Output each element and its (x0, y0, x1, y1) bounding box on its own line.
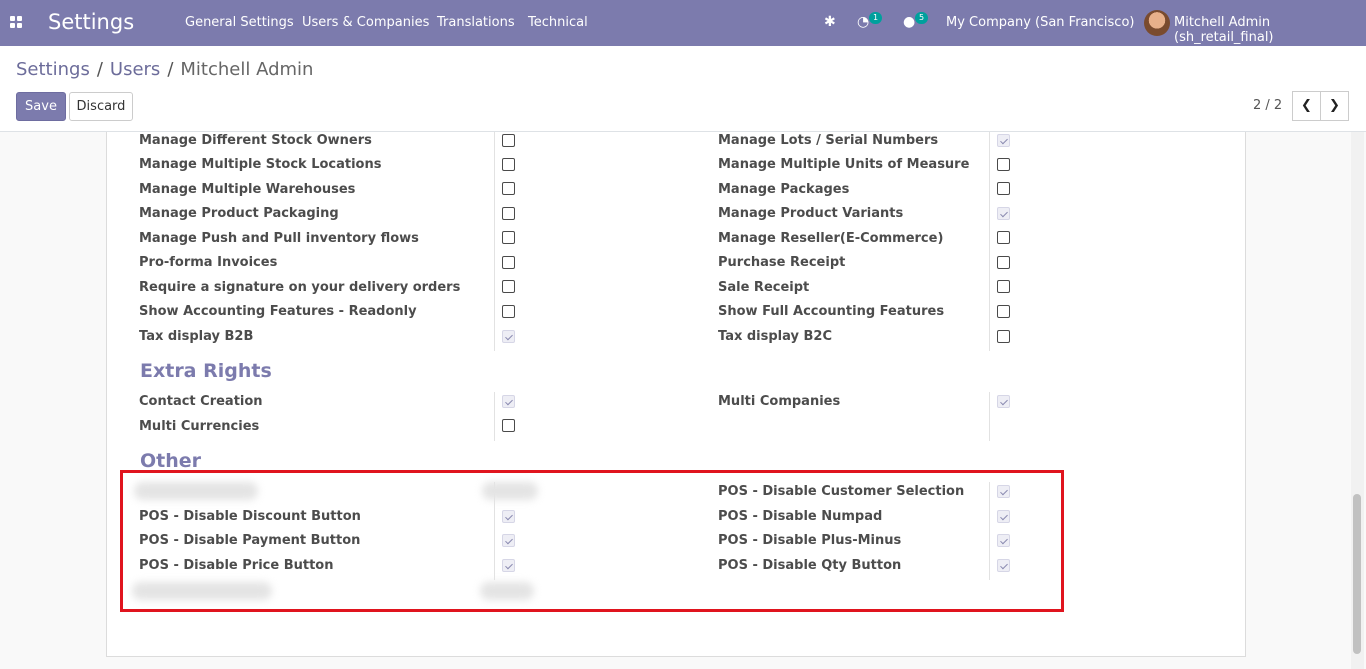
user-menu[interactable]: Mitchell Admin (sh_retail_final) (1174, 15, 1366, 45)
pager-next-button[interactable]: ❯ (1320, 91, 1349, 121)
save-button[interactable]: Save (16, 92, 66, 121)
breadcrumb-settings[interactable]: Settings (16, 59, 90, 80)
field-label: Contact Creation (139, 394, 263, 409)
checkbox-sale-receipt[interactable] (997, 280, 1010, 293)
field-label: Multi Currencies (139, 419, 260, 434)
field-label: Manage Multiple Units of Measure (718, 157, 970, 172)
messages-count-badge: 5 (915, 12, 928, 24)
checkbox-manage-different-stock-owners[interactable] (502, 134, 515, 147)
menu-translations[interactable]: Translations (437, 15, 515, 30)
pager-value[interactable]: 2 / 2 (1253, 98, 1282, 113)
checkbox-multi-currencies[interactable] (502, 419, 515, 432)
company-switcher[interactable]: My Company (San Francisco) (946, 15, 1134, 30)
app-title: Settings (48, 10, 135, 34)
checkbox-manage-packages[interactable] (997, 182, 1010, 195)
field-label: Manage Product Variants (718, 206, 904, 221)
bug-icon[interactable]: ✱ (824, 14, 836, 30)
field-label: Require a signature on your delivery ord… (139, 280, 461, 295)
clock-icon[interactable]: ◔ (857, 14, 869, 30)
checkbox-show-full-accounting[interactable] (997, 305, 1010, 318)
field-label: Manage Lots / Serial Numbers (718, 133, 939, 148)
control-panel: Settings / Users / Mitchell Admin Save Disca… (0, 46, 1366, 132)
checkbox-multi-companies[interactable] (997, 395, 1010, 408)
checkbox-pro-forma-invoices[interactable] (502, 256, 515, 269)
pager-previous-button[interactable]: ❮ (1292, 91, 1321, 121)
checkbox-manage-multiple-stock-locations[interactable] (502, 158, 515, 171)
top-navbar: Settings General Settings Users & Compan… (0, 0, 1366, 46)
field-label: Multi Companies (718, 394, 841, 409)
checkbox-manage-multiple-uom[interactable] (997, 158, 1010, 171)
chevron-left-icon: ❮ (1301, 98, 1312, 113)
field-label: Manage Product Packaging (139, 206, 339, 221)
column-divider (989, 132, 990, 351)
checkbox-require-signature[interactable] (502, 280, 515, 293)
field-label: Tax display B2B (139, 329, 254, 344)
breadcrumb-users[interactable]: Users (110, 59, 160, 80)
field-label: Pro-forma Invoices (139, 255, 278, 270)
checkbox-manage-lots-serial[interactable] (997, 134, 1010, 147)
checkbox-show-accounting-readonly[interactable] (502, 305, 515, 318)
field-label: Tax display B2C (718, 329, 833, 344)
menu-users-companies[interactable]: Users & Companies (302, 15, 429, 30)
scrollbar-thumb[interactable] (1353, 494, 1361, 654)
column-divider (494, 392, 495, 441)
breadcrumb: Settings / Users / Mitchell Admin (16, 59, 314, 80)
checkbox-contact-creation[interactable] (502, 395, 515, 408)
checkbox-purchase-receipt[interactable] (997, 256, 1010, 269)
field-label: Manage Multiple Warehouses (139, 182, 356, 197)
highlight-annotation-box (120, 470, 1064, 612)
checkbox-manage-push-pull-flows[interactable] (502, 231, 515, 244)
apps-grid-icon[interactable] (10, 16, 22, 28)
checkbox-tax-display-b2b[interactable] (502, 330, 515, 343)
activity-count-badge: 1 (869, 12, 882, 24)
field-label: Sale Receipt (718, 280, 810, 295)
checkbox-manage-product-packaging[interactable] (502, 207, 515, 220)
field-label: Show Accounting Features - Readonly (139, 304, 417, 319)
checkbox-manage-multiple-warehouses[interactable] (502, 182, 515, 195)
field-label: Manage Reseller(E-Commerce) (718, 231, 944, 246)
checkbox-tax-display-b2c[interactable] (997, 330, 1010, 343)
field-label: Show Full Accounting Features (718, 304, 945, 319)
checkbox-manage-reseller[interactable] (997, 231, 1010, 244)
field-label: Purchase Receipt (718, 255, 846, 270)
section-title-extra-rights: Extra Rights (140, 360, 272, 382)
chat-icon[interactable]: ● (903, 14, 915, 30)
discard-button[interactable]: Discard (69, 92, 133, 121)
breadcrumb-current: Mitchell Admin (180, 59, 314, 80)
field-label: Manage Multiple Stock Locations (139, 157, 382, 172)
chevron-right-icon: ❯ (1329, 98, 1340, 113)
field-label: Manage Different Stock Owners (139, 133, 372, 148)
avatar[interactable] (1144, 10, 1170, 36)
column-divider (989, 392, 990, 441)
field-label: Manage Packages (718, 182, 850, 197)
menu-technical[interactable]: Technical (528, 15, 588, 30)
column-divider (494, 132, 495, 351)
section-title-other: Other (140, 450, 202, 472)
menu-general-settings[interactable]: General Settings (185, 15, 294, 30)
field-label: Manage Push and Pull inventory flows (139, 231, 419, 246)
checkbox-manage-product-variants[interactable] (997, 207, 1010, 220)
